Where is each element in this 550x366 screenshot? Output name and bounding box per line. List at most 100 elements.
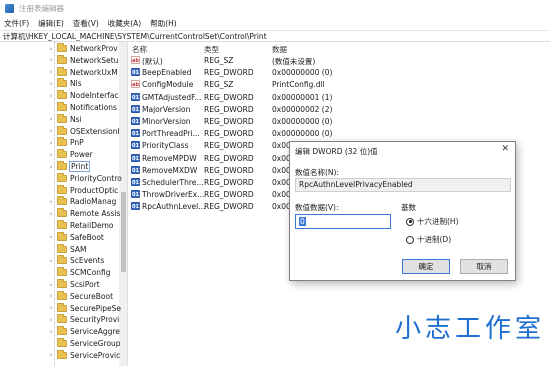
value-row[interactable]: 011 BeepEnabled REG_DWORD 0x00000000 (0)	[129, 66, 550, 79]
chevron-right-icon[interactable]: ›	[47, 163, 55, 171]
menu-help[interactable]: 帮助(H)	[150, 18, 177, 29]
radio-hex-indicator[interactable]	[406, 217, 414, 226]
chevron-right-icon[interactable]: ›	[47, 210, 55, 218]
ok-button[interactable]: 确定	[402, 259, 450, 274]
chevron-right-icon[interactable]: ›	[47, 139, 55, 147]
tree-item-label[interactable]: Nsi	[70, 115, 82, 124]
tree-item-label[interactable]: RadioManag	[70, 197, 116, 206]
tree-item[interactable]: › ScEvents	[47, 255, 104, 266]
close-icon[interactable]: ✕	[501, 144, 509, 154]
tree-item[interactable]: › RadioManag	[47, 196, 116, 207]
tree-item-label[interactable]: Print	[68, 161, 91, 172]
chevron-right-icon[interactable]: ›	[47, 304, 55, 312]
value-row[interactable]: 011 MajorVersion REG_DWORD 0x00000002 (2)	[129, 103, 550, 116]
tree-item-label[interactable]: Power	[70, 150, 93, 159]
tree-item[interactable]: › SafeBoot	[47, 231, 104, 243]
tree-item[interactable]: SAM	[47, 243, 87, 255]
chevron-right-icon[interactable]: ›	[47, 198, 55, 206]
tree-item-label[interactable]: SCMConfig	[70, 268, 111, 277]
tree-item[interactable]: Notifications	[47, 102, 117, 113]
tree-item-label[interactable]: NodeInterfac	[70, 91, 119, 100]
tree-item[interactable]: › SecurityProvi	[47, 314, 119, 325]
tree-item[interactable]: › ServiceAggre	[47, 326, 120, 337]
tree-item[interactable]: › Nsi	[47, 113, 82, 125]
tree-item-label[interactable]: OSExtensionI	[70, 127, 120, 136]
radio-dec-indicator[interactable]	[406, 235, 414, 244]
chevron-right-icon[interactable]: ›	[47, 233, 55, 241]
menu-edit[interactable]: 编辑(E)	[38, 18, 64, 29]
tree-item-label[interactable]: SAM	[70, 245, 87, 254]
tree-item[interactable]: › ScsiPort	[47, 279, 100, 290]
chevron-right-icon[interactable]: ›	[47, 281, 55, 289]
tree-item[interactable]: › NetworkUxM	[47, 66, 118, 78]
tree-item-label[interactable]: Nls	[70, 79, 82, 88]
cancel-button[interactable]: 取消	[460, 259, 508, 274]
menu-view[interactable]: 查看(V)	[73, 18, 99, 29]
tree-item-label[interactable]: ServiceAggre	[70, 327, 120, 336]
tree-item[interactable]: › NetworkSetu	[47, 54, 118, 66]
radio-dec-label[interactable]: 十进制(D)	[417, 234, 451, 245]
menu-favorites[interactable]: 收藏夹(A)	[108, 18, 141, 29]
tree-item-label[interactable]: SecureBoot	[70, 292, 113, 301]
chevron-right-icon[interactable]: ›	[47, 257, 55, 265]
tree-item[interactable]: › SecurePipeSe	[47, 302, 121, 314]
tree-item-label[interactable]: Notifications	[70, 103, 117, 112]
chevron-right-icon[interactable]: ›	[47, 328, 55, 336]
tree-scrollbar-thumb[interactable]	[121, 192, 126, 272]
tree-item-label[interactable]: PnP	[70, 138, 84, 147]
tree-item[interactable]: › Nls	[47, 78, 82, 89]
string-value-icon: ab	[131, 56, 140, 64]
chevron-right-icon[interactable]: ›	[47, 45, 55, 53]
tree-item[interactable]: RetailDemo	[47, 220, 113, 231]
tree-item-label[interactable]: SecurePipeSe	[70, 304, 121, 313]
tree-item[interactable]: › NodeInterfac	[47, 90, 119, 101]
tree-item[interactable]: › OSExtensionI	[47, 125, 120, 137]
chevron-right-icon[interactable]: ›	[47, 115, 55, 123]
chevron-right-icon[interactable]: ›	[47, 351, 55, 359]
chevron-right-icon[interactable]: ›	[47, 80, 55, 88]
chevron-right-icon[interactable]: ›	[47, 151, 55, 159]
value-data-input[interactable]: 0	[295, 214, 391, 229]
value-row[interactable]: 011 MinorVersion REG_DWORD 0x00000000 (0)	[129, 115, 550, 128]
tree-item-label[interactable]: RetailDemo	[70, 221, 113, 230]
tree-item-label[interactable]: PriorityContro	[70, 174, 122, 183]
chevron-right-icon[interactable]: ›	[47, 127, 55, 135]
tree-item-label[interactable]: ServiceProvic	[70, 351, 120, 360]
value-row[interactable]: ab (默认) REG_SZ (数值未设置)	[129, 54, 550, 67]
chevron-right-icon[interactable]: ›	[47, 56, 55, 64]
folder-icon	[57, 267, 67, 277]
tree-item[interactable]: ServiceGroup	[47, 338, 121, 349]
value-row[interactable]: 011 GMTAdjustedF... REG_DWORD 0x00000001 (1…	[129, 91, 550, 104]
value-row[interactable]: 011 PortThreadPri... REG_DWORD 0x00000000 (…	[129, 127, 550, 140]
tree-item-label[interactable]: ProductOptic	[70, 186, 118, 195]
menu-file[interactable]: 文件(F)	[4, 18, 29, 29]
tree-item[interactable]: › Power	[47, 149, 93, 160]
radio-dec[interactable]: 十进制(D)	[406, 234, 451, 245]
tree-item-label[interactable]: ScsiPort	[70, 280, 100, 289]
tree-item[interactable]: › ServiceProvic	[47, 349, 120, 361]
radio-hex-label[interactable]: 十六进制(H)	[417, 216, 459, 227]
tree-item[interactable]: ProductOptic	[47, 184, 118, 196]
chevron-right-icon[interactable]: ›	[47, 316, 55, 324]
value-row[interactable]: ab ConfigModule REG_SZ PrintConfig.dll	[129, 78, 550, 91]
radio-hex[interactable]: 十六进制(H)	[406, 216, 459, 227]
tree-item[interactable]: SCMConfig	[47, 267, 111, 278]
tree-item-label[interactable]: NetworkUxM	[70, 68, 118, 77]
tree-item-label[interactable]: SecurityProvi	[70, 315, 119, 324]
tree-item-label[interactable]: ScEvents	[70, 256, 104, 265]
tree-item-label[interactable]: NetworkProv	[70, 44, 118, 53]
chevron-right-icon[interactable]: ›	[47, 292, 55, 300]
tree-item-label[interactable]: SafeBoot	[70, 233, 104, 242]
address-bar[interactable]: 计算机\HKEY_LOCAL_MACHINE\SYSTEM\CurrentCon…	[0, 30, 550, 42]
tree-item[interactable]: › SecureBoot	[47, 290, 113, 302]
tree-item[interactable]: › Remote Assis	[47, 208, 120, 219]
chevron-right-icon[interactable]: ›	[47, 68, 55, 76]
tree-item[interactable]: PriorityContro	[47, 172, 122, 184]
tree-item[interactable]: › PnP	[47, 137, 84, 148]
chevron-right-icon[interactable]: ›	[47, 92, 55, 100]
tree-item-label[interactable]: Remote Assis	[70, 209, 120, 218]
tree-item-label[interactable]: ServiceGroup	[70, 339, 121, 348]
tree-item-label[interactable]: NetworkSetu	[70, 56, 118, 65]
tree-item[interactable]: › Print	[47, 161, 91, 172]
tree-item[interactable]: › NetworkProv	[47, 43, 118, 54]
